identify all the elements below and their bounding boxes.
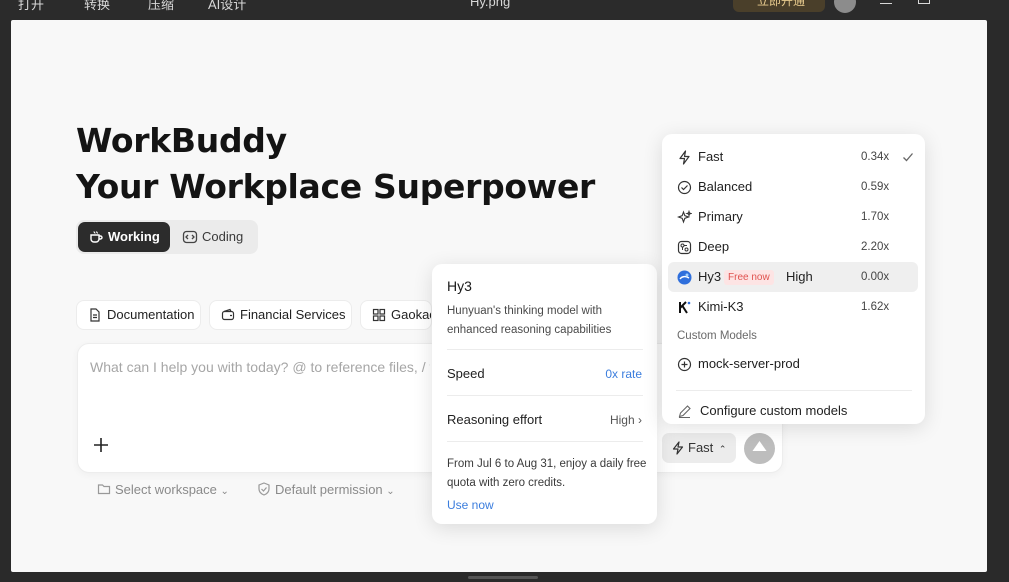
workspace-selector[interactable]: Select workspace ⌄ <box>97 482 229 497</box>
reasoning-level: High <box>786 269 813 284</box>
brain-icon <box>677 240 692 255</box>
mode-coding-button[interactable]: Coding <box>172 222 256 252</box>
chip-label: Financial Services <box>240 307 346 322</box>
chevron-down-icon: ⌄ <box>386 486 395 497</box>
kimi-logo-icon <box>679 301 691 314</box>
convert-menu[interactable]: 转换 <box>84 0 110 13</box>
model-name: Primary <box>698 209 743 224</box>
os-titlebar: 打开 转换 压缩 AI设计 Hy.png 立即开通 <box>0 0 1009 20</box>
wallet-icon <box>221 308 235 321</box>
model-name: Kimi-K3 <box>698 299 744 314</box>
model-selector-button[interactable]: Fast ⌃ <box>662 433 736 463</box>
compress-menu[interactable]: 压缩 <box>148 0 174 13</box>
model-selector-label: Fast <box>688 440 714 455</box>
model-option-fast[interactable]: Fast 0.34x <box>668 142 918 172</box>
model-option-deep[interactable]: Deep 2.20x <box>668 232 918 262</box>
hy3-title: Hy3 <box>447 278 472 294</box>
workspace-label: Select workspace <box>115 482 217 497</box>
avatar[interactable] <box>834 0 856 13</box>
divider <box>447 441 643 442</box>
folder-icon <box>97 484 111 495</box>
hero-heading: WorkBuddy Your Workplace Superpower <box>76 118 595 210</box>
free-now-badge: Free now <box>724 270 774 285</box>
hunyuan-logo-icon <box>677 270 692 285</box>
chip-label: Documentation <box>107 307 195 322</box>
arrow-up-icon <box>752 441 767 451</box>
model-option-primary[interactable]: Primary 1.70x <box>668 202 918 232</box>
permission-label: Default permission <box>275 482 383 497</box>
divider <box>447 349 643 350</box>
chip-gaokao[interactable]: Gaokao <box>360 300 432 330</box>
model-option-mock-server-prod[interactable]: mock-server-prod <box>668 349 918 379</box>
model-option-hy3[interactable]: Hy3 Free now High 0.00x <box>668 262 918 292</box>
check-circle-icon <box>677 180 692 195</box>
open-menu[interactable]: 打开 <box>18 0 44 13</box>
prompt-input[interactable]: What can I help you with today? @ to ref… <box>90 359 430 375</box>
model-rate: 2.20x <box>861 241 890 253</box>
model-name: Balanced <box>698 179 753 194</box>
mode-working-label: Working <box>108 229 160 244</box>
chip-documentation[interactable]: Documentation <box>76 300 201 330</box>
model-name: Fast <box>698 149 724 164</box>
sparkle-icon <box>677 210 692 224</box>
window-resize-handle[interactable] <box>468 576 538 579</box>
minimize-icon[interactable] <box>880 3 892 4</box>
add-attachment-icon[interactable] <box>92 436 110 454</box>
divider <box>447 395 643 396</box>
ai-design-menu[interactable]: AI设计 <box>208 0 246 13</box>
cup-icon <box>90 231 103 243</box>
bolt-icon <box>672 441 684 455</box>
chip-financial-services[interactable]: Financial Services <box>209 300 352 330</box>
use-now-link[interactable]: Use now <box>447 498 494 512</box>
code-icon <box>182 230 198 244</box>
configure-label: Configure custom models <box>700 403 848 418</box>
model-name: Deep <box>698 239 730 254</box>
grid-icon <box>372 308 386 322</box>
pencil-icon <box>678 405 691 419</box>
hero-line-1: WorkBuddy <box>76 121 287 160</box>
chevron-right-icon: › <box>638 413 642 427</box>
mode-switch: Working Coding <box>76 220 258 254</box>
hy3-description: Hunyuan's thinking model with enhanced r… <box>447 305 612 336</box>
hy3-info-popover: Hy3 Hunyuan's thinking model with enhanc… <box>432 264 657 524</box>
model-rate: 1.62x <box>861 301 890 313</box>
permission-selector[interactable]: Default permission ⌄ <box>257 482 395 497</box>
chevron-down-icon: ⌄ <box>220 486 229 497</box>
checkmark-icon <box>903 153 913 162</box>
reasoning-effort-label: Reasoning effort <box>447 412 543 427</box>
chip-label: Gaokao <box>391 307 432 322</box>
upgrade-badge[interactable]: 立即开通 <box>733 0 825 12</box>
plus-circle-icon <box>677 357 692 372</box>
speed-label: Speed <box>447 366 485 381</box>
reasoning-effort-selector[interactable]: High › <box>610 413 642 427</box>
bolt-icon <box>679 150 690 165</box>
model-option-kimi-k3[interactable]: Kimi-K3 1.62x <box>668 292 918 322</box>
model-rate: 1.70x <box>861 211 890 223</box>
send-button[interactable] <box>744 433 775 464</box>
model-name: Hy3 <box>698 269 722 284</box>
divider <box>676 390 912 391</box>
reasoning-effort-value: High <box>609 413 635 427</box>
app-window: WorkBuddy Your Workplace Superpower Work… <box>11 20 987 572</box>
speed-value: 0x rate <box>605 367 642 381</box>
model-option-balanced[interactable]: Balanced 0.59x <box>668 172 918 202</box>
hy3-promo-text: From Jul 6 to Aug 31, enjoy a daily free… <box>447 458 647 489</box>
mode-working-button[interactable]: Working <box>78 222 170 252</box>
maximize-icon[interactable] <box>918 0 930 4</box>
hero-line-2: Your Workplace Superpower <box>76 167 596 206</box>
model-menu: Fast 0.34x Balanced 0.59x Primary 1.70x … <box>662 134 925 424</box>
window-title: Hy.png <box>470 0 511 9</box>
custom-models-heading: Custom Models <box>677 330 757 342</box>
model-name: mock-server-prod <box>698 356 800 371</box>
mode-coding-label: Coding <box>202 229 244 244</box>
document-icon <box>90 308 100 322</box>
model-rate: 0.34x <box>861 151 890 163</box>
chevron-up-icon: ⌃ <box>718 444 727 454</box>
configure-custom-models-button[interactable]: Configure custom models <box>668 396 918 426</box>
model-rate: 0.59x <box>861 181 890 193</box>
shield-icon <box>258 482 270 496</box>
model-rate: 0.00x <box>861 271 890 283</box>
